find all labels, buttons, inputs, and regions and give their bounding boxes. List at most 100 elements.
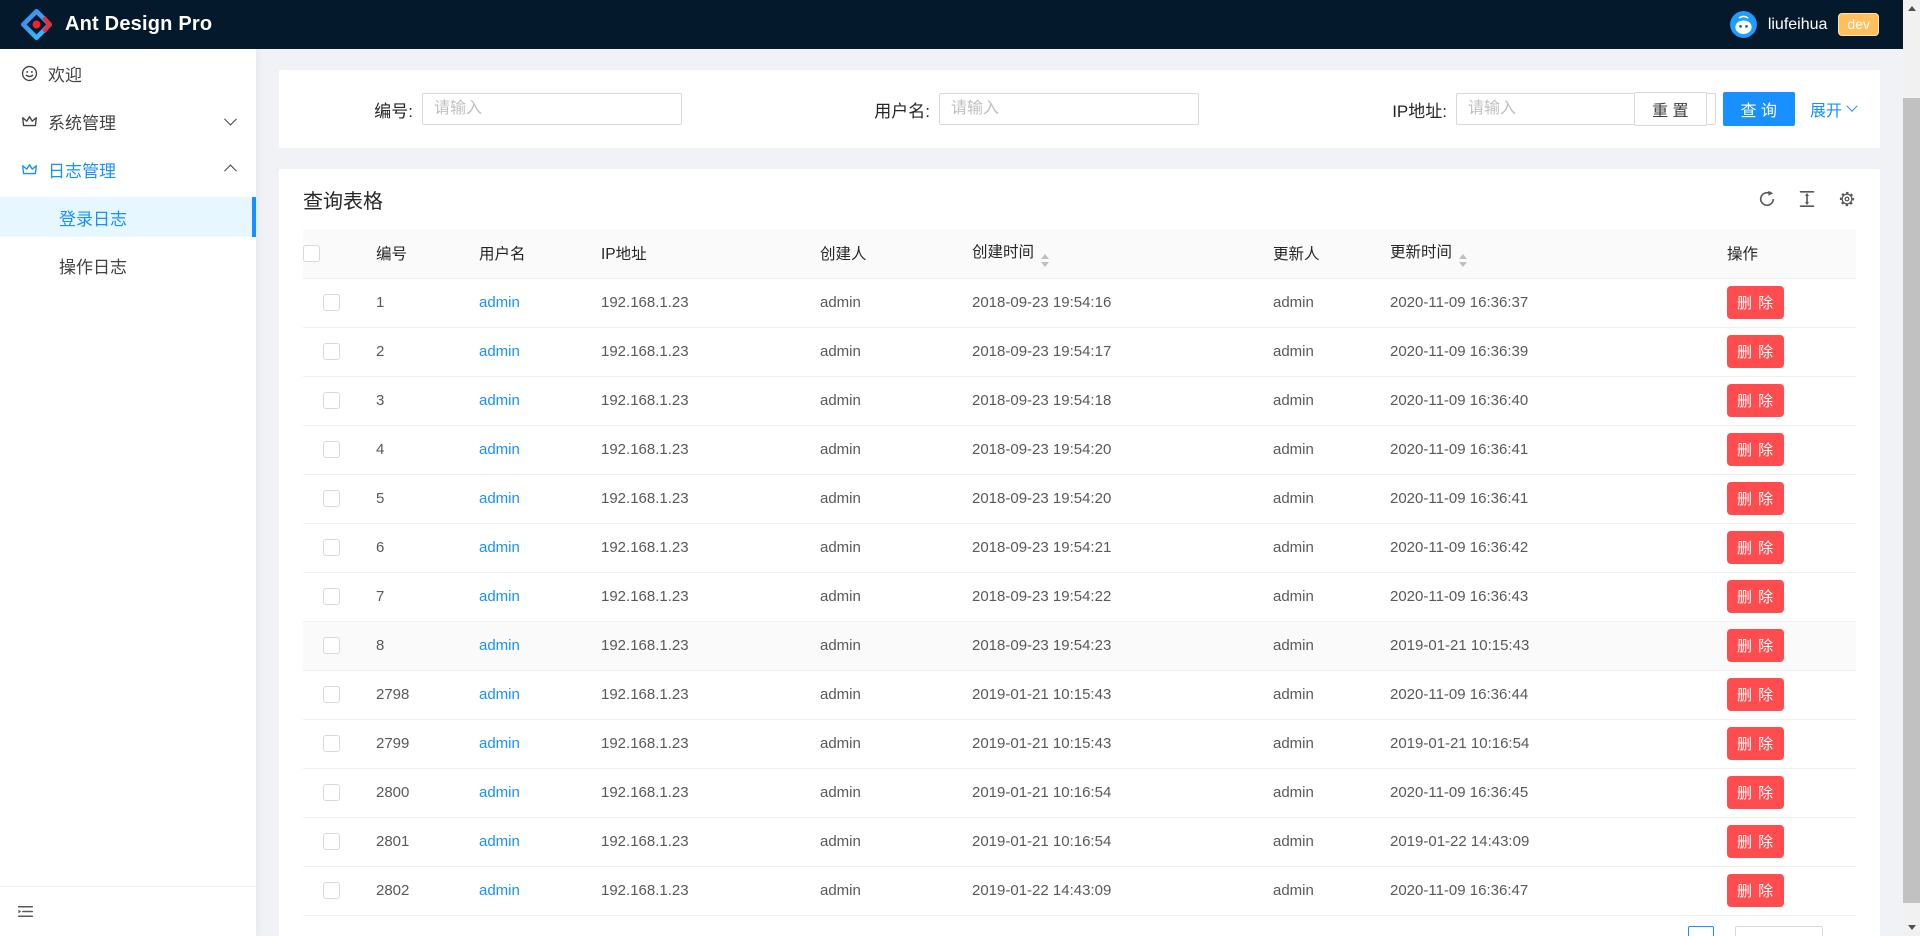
delete-button[interactable]: 删 除 (1727, 678, 1784, 711)
username-link[interactable]: admin (479, 735, 520, 752)
vertical-scrollbar[interactable] (1903, 0, 1920, 936)
cell-updated-time: 2020-11-09 16:36:45 (1374, 768, 1711, 817)
scrollbar-down-arrow[interactable] (1903, 919, 1920, 936)
cell-actions: 删 除 (1711, 376, 1856, 425)
delete-button[interactable]: 删 除 (1727, 629, 1784, 662)
search-form-card: 编号: 用户名: IP地址: 重 置 查 询 展开 (279, 70, 1880, 148)
table-row: 5 admin 192.168.1.23 admin 2018-09-23 19… (303, 474, 1856, 523)
sort-caret[interactable] (1041, 254, 1049, 267)
username-input[interactable] (939, 93, 1199, 125)
column-height-icon[interactable] (1798, 190, 1816, 208)
col-header-updated[interactable]: 更新时间 (1374, 229, 1711, 278)
table-title: 查询表格 (303, 185, 383, 214)
sidebar-item-label: 日志管理 (48, 157, 116, 182)
delete-button[interactable]: 删 除 (1727, 825, 1784, 858)
cell-ip: 192.168.1.23 (585, 866, 804, 915)
sidebar-footer (0, 886, 256, 936)
row-checkbox[interactable] (323, 784, 340, 801)
username-link[interactable]: admin (479, 343, 520, 360)
username-link[interactable]: admin (479, 392, 520, 409)
table-row: 7 admin 192.168.1.23 admin 2018-09-23 19… (303, 572, 1856, 621)
cell-creator: admin (804, 425, 956, 474)
query-button[interactable]: 查 询 (1723, 92, 1795, 126)
row-checkbox[interactable] (323, 735, 340, 752)
cell-id: 8 (360, 621, 463, 670)
cell-ip: 192.168.1.23 (585, 670, 804, 719)
scrollbar-thumb[interactable] (1903, 98, 1920, 903)
reset-button[interactable]: 重 置 (1634, 92, 1706, 126)
delete-button[interactable]: 删 除 (1727, 776, 1784, 809)
sidebar-item-login-log[interactable]: 登录日志 (0, 197, 256, 237)
id-input[interactable] (422, 93, 682, 125)
delete-button[interactable]: 删 除 (1727, 384, 1784, 417)
select-all-checkbox[interactable] (303, 245, 320, 262)
crown-icon (21, 161, 38, 178)
col-header-created[interactable]: 创建时间 (956, 229, 1257, 278)
username-link[interactable]: admin (479, 637, 520, 654)
field-username-label: 用户名: (820, 97, 939, 122)
delete-button[interactable]: 删 除 (1727, 531, 1784, 564)
row-checkbox[interactable] (323, 686, 340, 703)
row-checkbox[interactable] (323, 588, 340, 605)
cell-creator: admin (804, 376, 956, 425)
cell-id: 2798 (360, 670, 463, 719)
username-link[interactable]: admin (479, 490, 520, 507)
delete-button[interactable]: 删 除 (1727, 286, 1784, 319)
row-checkbox[interactable] (323, 637, 340, 654)
menu-fold-icon[interactable] (17, 903, 34, 920)
delete-button[interactable]: 删 除 (1727, 335, 1784, 368)
delete-button[interactable]: 删 除 (1727, 874, 1784, 907)
delete-button[interactable]: 删 除 (1727, 433, 1784, 466)
expand-link[interactable]: 展开 (1810, 97, 1856, 121)
username-link[interactable]: admin (479, 294, 520, 311)
settings-gear-icon[interactable] (1838, 190, 1856, 208)
sidebar-item-label: 系统管理 (48, 109, 116, 134)
pagination-page-1[interactable] (1688, 926, 1714, 936)
cell-created-time: 2018-09-23 19:54:20 (956, 425, 1257, 474)
sidebar-item-system-management[interactable]: 系统管理 (0, 101, 256, 141)
sidebar-item-welcome[interactable]: 欢迎 (0, 53, 256, 93)
user-avatar[interactable] (1730, 11, 1757, 38)
cell-updater: admin (1257, 523, 1374, 572)
table-row: 2801 admin 192.168.1.23 admin 2019-01-21… (303, 817, 1856, 866)
sidebar-item-operation-log[interactable]: 操作日志 (0, 245, 256, 285)
username-link[interactable]: admin (479, 784, 520, 801)
cell-username: admin (463, 327, 585, 376)
row-checkbox[interactable] (323, 441, 340, 458)
row-checkbox[interactable] (323, 294, 340, 311)
cell-created-time: 2019-01-21 10:16:54 (956, 768, 1257, 817)
cell-updated-time: 2020-11-09 16:36:41 (1374, 425, 1711, 474)
sidebar-item-log-management[interactable]: 日志管理 (0, 149, 256, 189)
scrollbar-up-arrow[interactable] (1903, 0, 1920, 17)
brand[interactable]: Ant Design Pro (20, 8, 212, 41)
sort-caret[interactable] (1459, 254, 1467, 267)
row-checkbox[interactable] (323, 490, 340, 507)
username-link[interactable]: admin (479, 441, 520, 458)
cell-id: 2799 (360, 719, 463, 768)
cell-actions: 删 除 (1711, 866, 1856, 915)
username-link[interactable]: admin (479, 539, 520, 556)
row-checkbox[interactable] (323, 539, 340, 556)
delete-button[interactable]: 删 除 (1727, 727, 1784, 760)
cell-creator: admin (804, 817, 956, 866)
cell-created-time: 2019-01-22 14:43:09 (956, 866, 1257, 915)
username-link[interactable]: admin (479, 686, 520, 703)
username-link[interactable]: admin (479, 588, 520, 605)
reload-icon[interactable] (1758, 190, 1776, 208)
user-name[interactable]: liufeihua (1768, 16, 1828, 34)
row-checkbox[interactable] (323, 392, 340, 409)
cell-creator: admin (804, 621, 956, 670)
row-checkbox[interactable] (323, 882, 340, 899)
cell-ip: 192.168.1.23 (585, 768, 804, 817)
smile-icon (21, 65, 38, 82)
row-checkbox[interactable] (323, 343, 340, 360)
username-link[interactable]: admin (479, 882, 520, 899)
row-checkbox[interactable] (323, 833, 340, 850)
username-link[interactable]: admin (479, 833, 520, 850)
cell-creator: admin (804, 474, 956, 523)
delete-button[interactable]: 删 除 (1727, 580, 1784, 613)
delete-button[interactable]: 删 除 (1727, 482, 1784, 515)
page-size-select[interactable] (1735, 926, 1823, 936)
cell-updated-time: 2020-11-09 16:36:39 (1374, 327, 1711, 376)
cell-username: admin (463, 572, 585, 621)
